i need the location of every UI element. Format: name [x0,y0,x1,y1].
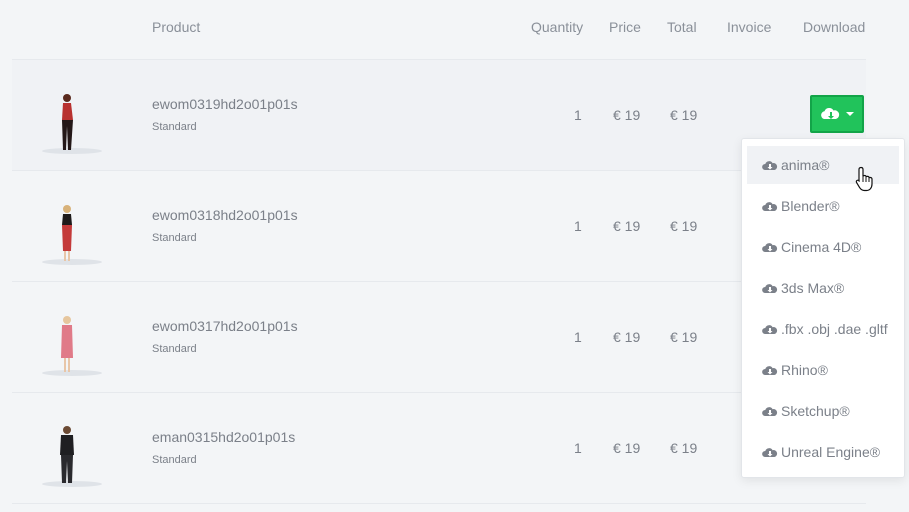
product-name: eman0315hd2o01p01s [152,429,296,445]
cloud-download-icon [762,364,778,376]
header-download: Download [803,19,866,35]
download-dropdown-button[interactable] [810,95,864,133]
table-row: ewom0318hd2o01p01s Standard 1 € 19 € 19 [12,170,866,281]
table-header: Product Quantity Price Total Invoice Dow… [0,0,909,58]
quantity-value: 1 [574,329,582,345]
menu-item-rhino[interactable]: Rhino® [747,351,899,389]
menu-item-label: Cinema 4D® [781,239,862,255]
menu-item-blender[interactable]: Blender® [747,187,899,225]
total-value: € 19 [670,329,698,345]
hand-cursor-icon [855,166,875,192]
cloud-download-icon [821,107,840,119]
price-value: € 19 [613,218,641,234]
header-invoice: Invoice [727,19,772,35]
menu-item-anima[interactable]: anima® [747,146,899,184]
menu-item-3dsmax[interactable]: 3ds Max® [747,269,899,307]
cloud-download-icon [762,405,778,417]
product-name: ewom0318hd2o01p01s [152,207,298,223]
table-row: ewom0319hd2o01p01s Standard 1 € 19 € 19 [12,59,866,170]
price-value: € 19 [613,107,641,123]
cloud-download-icon [762,323,778,335]
order-table: ewom0319hd2o01p01s Standard 1 € 19 € 19 [12,59,866,504]
price-value: € 19 [613,329,641,345]
cloud-download-icon [762,282,778,294]
quantity-value: 1 [574,218,582,234]
table-row: ewom0317hd2o01p01s Standard 1 € 19 € 19 [12,281,866,392]
header-total: Total [667,19,697,35]
menu-item-sketchup[interactable]: Sketchup® [747,392,899,430]
product-thumbnail[interactable] [30,185,120,269]
cloud-download-icon [762,446,778,458]
menu-item-label: .fbx .obj .dae .gltf [781,321,888,337]
product-thumbnail[interactable] [30,296,120,380]
menu-item-cinema4d[interactable]: Cinema 4D® [747,228,899,266]
total-value: € 19 [670,218,698,234]
menu-item-label: Blender® [781,198,840,214]
menu-item-fbx-obj-dae-gltf[interactable]: .fbx .obj .dae .gltf [747,310,899,348]
header-quantity: Quantity [531,19,584,35]
quantity-value: 1 [574,440,582,456]
header-price: Price [609,19,641,35]
menu-item-label: Sketchup® [781,403,850,419]
product-name: ewom0317hd2o01p01s [152,318,298,334]
table-row: eman0315hd2o01p01s Standard 1 € 19 € 19 [12,392,866,504]
download-format-menu: anima® Blender® Cinema 4D® 3ds Max® .fbx… [741,138,905,478]
header-product: Product [152,19,201,35]
price-value: € 19 [613,440,641,456]
product-thumbnail[interactable] [30,407,120,491]
cloud-download-icon [762,200,778,212]
caret-down-icon [846,112,854,116]
menu-item-label: Rhino® [781,362,828,378]
menu-item-unreal-engine[interactable]: Unreal Engine® [747,433,899,471]
product-thumbnail[interactable] [30,74,120,158]
cloud-download-icon [762,241,778,253]
cloud-download-icon [762,159,778,171]
quantity-value: 1 [574,107,582,123]
menu-item-label: Unreal Engine® [781,444,881,460]
product-type: Standard [152,454,197,466]
total-value: € 19 [670,107,698,123]
product-name: ewom0319hd2o01p01s [152,96,298,112]
product-type: Standard [152,343,197,355]
product-type: Standard [152,121,197,133]
menu-item-label: anima® [781,157,830,173]
menu-item-label: 3ds Max® [781,280,845,296]
total-value: € 19 [670,440,698,456]
product-type: Standard [152,232,197,244]
